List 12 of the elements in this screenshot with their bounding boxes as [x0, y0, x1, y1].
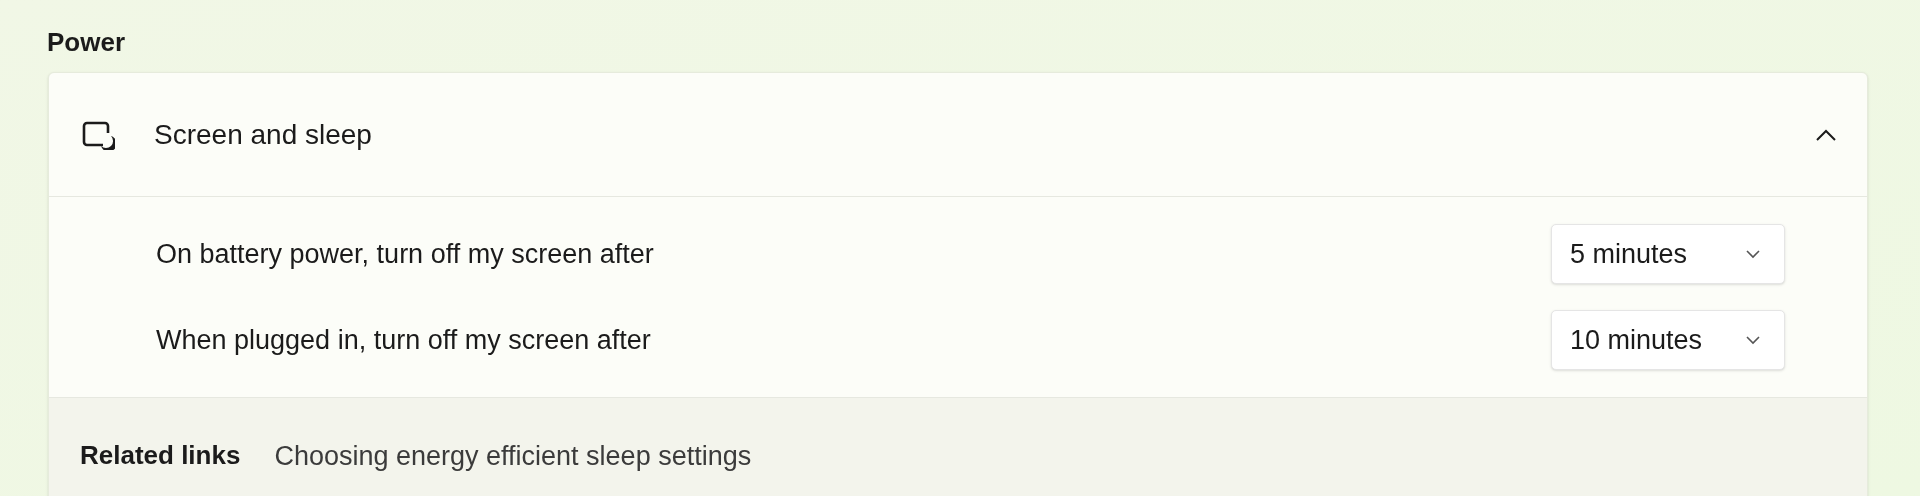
chevron-down-icon	[1746, 249, 1760, 259]
dropdown[interactable]: 10 minutes	[1551, 310, 1785, 370]
setting-label: On battery power, turn off my screen after	[156, 237, 655, 271]
expander-header[interactable]: Screen and sleep	[49, 73, 1867, 197]
related-link[interactable]: Choosing energy efficient sleep settings	[274, 436, 752, 477]
related-links-heading: Related links	[80, 439, 241, 472]
chevron-down-icon	[1746, 335, 1760, 345]
section-title: Power	[47, 26, 127, 59]
expander-title: Screen and sleep	[154, 117, 373, 152]
setting-label: When plugged in, turn off my screen after	[156, 323, 652, 357]
screen-sleep-icon	[81, 119, 115, 150]
dropdown[interactable]: 5 minutes	[1551, 224, 1785, 284]
